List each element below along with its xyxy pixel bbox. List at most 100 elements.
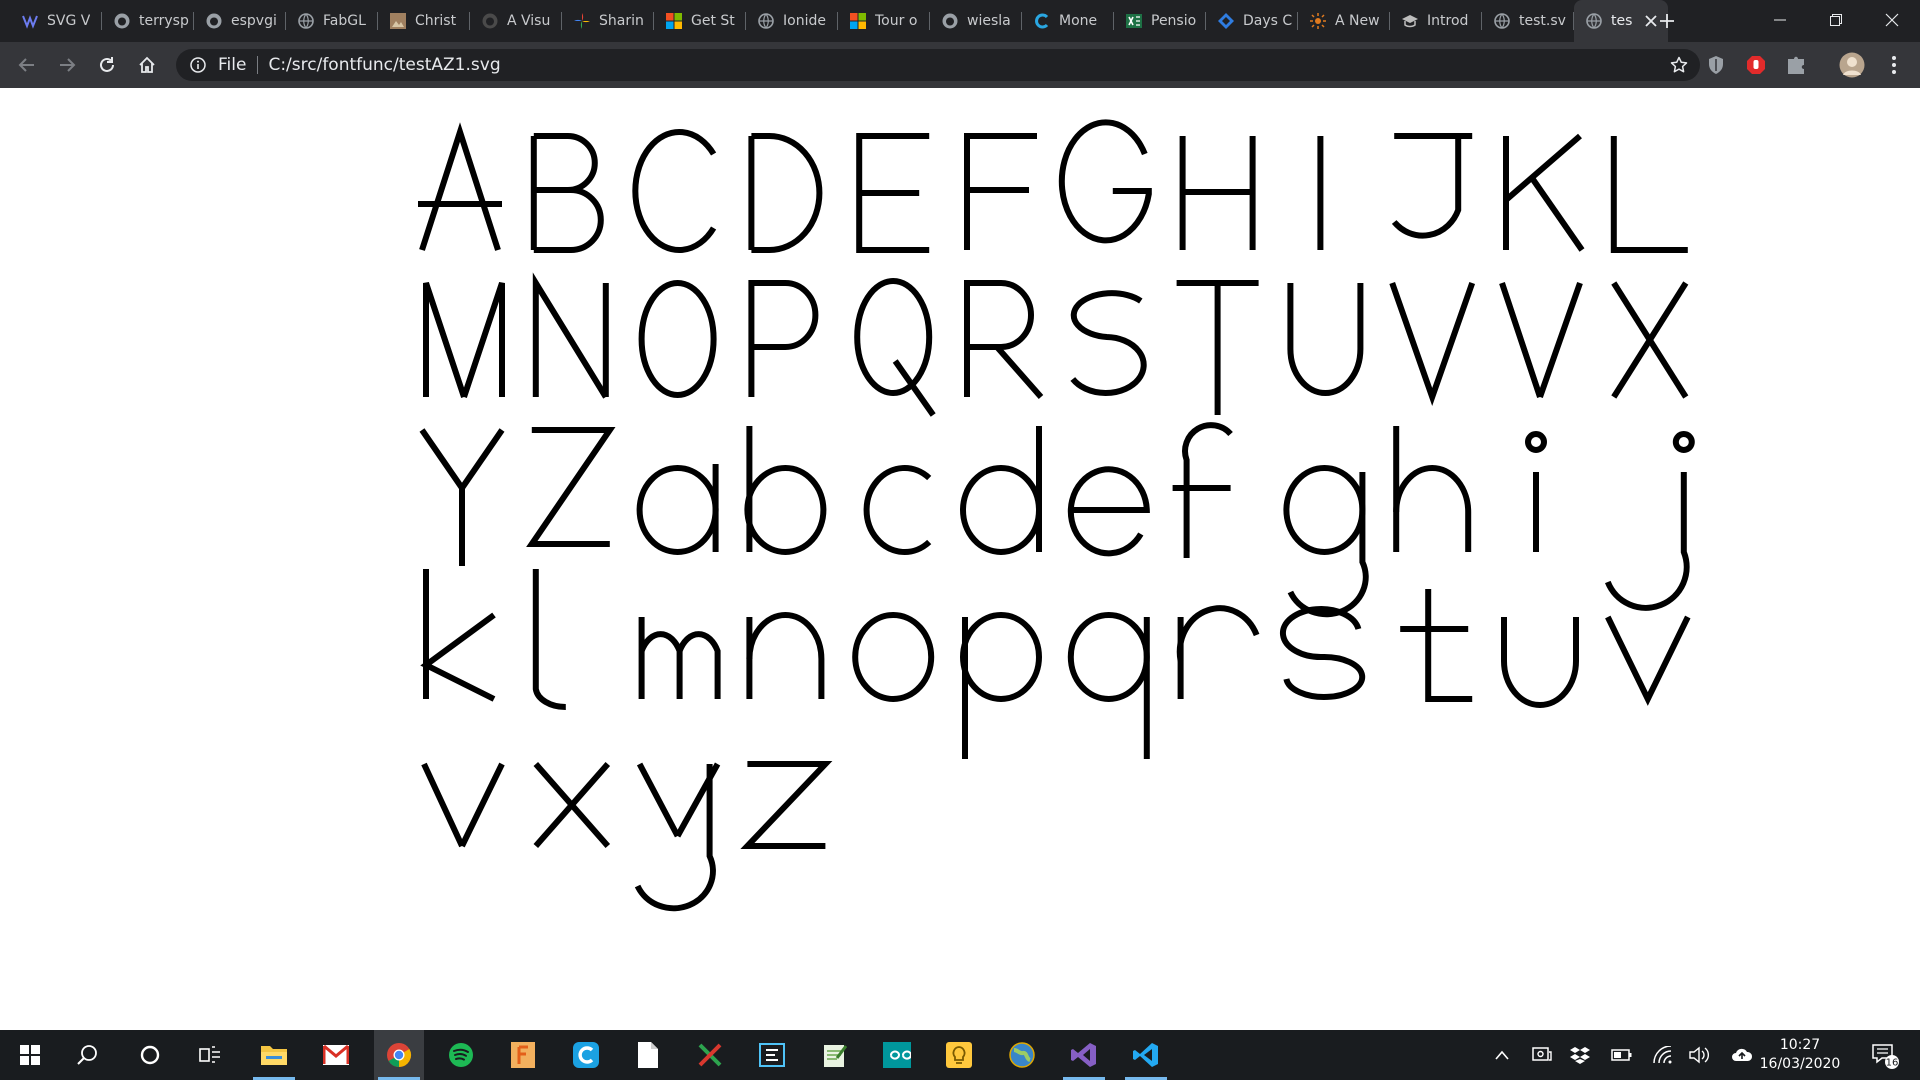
glyph-upper-t: T: [1176, 280, 1259, 415]
reload-button[interactable]: [93, 51, 121, 79]
show-hidden-icons-button[interactable]: [1487, 1030, 1517, 1080]
tray-app-button[interactable]: [1527, 1030, 1557, 1080]
start-button[interactable]: [5, 1030, 55, 1080]
tab[interactable]: SVG V: [10, 0, 102, 42]
back-button[interactable]: [13, 51, 41, 79]
puzzle-icon: [1788, 56, 1804, 74]
glyph-upper-k: K: [1503, 133, 1585, 252]
c-icon: [572, 1042, 599, 1068]
tab[interactable]: Ionide: [746, 0, 838, 42]
glyph-lower-k: k: [420, 569, 496, 702]
browser-tab-strip: SVG V terrysp espvgi FabGL Christ A Visu Shari…: [0, 0, 1920, 42]
restore-button[interactable]: [1808, 0, 1864, 40]
forward-button[interactable]: [53, 51, 81, 79]
tab[interactable]: Get St: [654, 0, 746, 42]
tab[interactable]: espvgi: [194, 0, 286, 42]
minimize-button[interactable]: [1752, 0, 1808, 40]
bookmark-star-icon[interactable]: [1668, 54, 1690, 76]
tab[interactable]: A Visu: [470, 0, 562, 42]
taskbar-app-arduino[interactable]: [872, 1030, 922, 1080]
taskbar-app-gmail[interactable]: [311, 1030, 361, 1080]
glyph-stroke: [676, 631, 721, 699]
github-icon: [942, 13, 958, 29]
glyph-upper-x: X: [1611, 281, 1689, 399]
glyph-stroke: [892, 359, 936, 417]
tab[interactable]: Christ: [378, 0, 470, 42]
glyph-upper-e: E: [856, 133, 930, 253]
tab[interactable]: terrysp: [102, 0, 194, 42]
glyph-upper-w: W: [1499, 282, 1583, 398]
dropbox-button[interactable]: [1565, 1030, 1595, 1080]
network-button[interactable]: [1648, 1030, 1678, 1080]
taskbar-app-vs-code[interactable]: [1121, 1030, 1171, 1080]
new-tab-button[interactable]: [1655, 9, 1679, 33]
tab[interactable]: FabGL: [286, 0, 378, 42]
tab-active[interactable]: tes: [1574, 0, 1668, 42]
glyph-upper-u: U: [1287, 283, 1364, 396]
taskbar-app-file-explorer[interactable]: [249, 1030, 299, 1080]
address-bar[interactable]: File C:/src/fontfunc/testAZ1.svg: [176, 49, 1700, 81]
address-url[interactable]: C:/src/fontfunc/testAZ1.svg: [268, 55, 500, 75]
tab[interactable]: Introd: [1390, 0, 1482, 42]
browser-menu-button[interactable]: [1880, 51, 1908, 79]
search-button[interactable]: [63, 1030, 113, 1080]
glyph-stroke: [1058, 119, 1152, 244]
tab[interactable]: Days C: [1206, 0, 1298, 42]
tab-title: Mone: [1059, 13, 1098, 29]
extension-puzzle-button[interactable]: [1782, 51, 1810, 79]
onedrive-button[interactable]: [1727, 1030, 1757, 1080]
tab[interactable]: test.sv: [1482, 0, 1574, 42]
taskbar-app-spotify[interactable]: [436, 1030, 486, 1080]
tab[interactable]: Sharin: [562, 0, 654, 42]
tab[interactable]: Mone: [1022, 0, 1114, 42]
taskbar-app-tips[interactable]: [934, 1030, 984, 1080]
glyph-stroke: [960, 612, 1042, 702]
info-icon[interactable]: [187, 54, 209, 76]
glyph-stroke: [1537, 282, 1583, 398]
glyph-lower-q: q: [1067, 612, 1150, 759]
tab[interactable]: Pensio: [1114, 0, 1206, 42]
plus-icon: [1660, 14, 1674, 28]
taskbar-app-fusion[interactable]: [498, 1030, 548, 1080]
extension-shield-button[interactable]: [1702, 51, 1730, 79]
profile-avatar[interactable]: [1838, 51, 1866, 79]
glyph-stroke: [748, 280, 819, 397]
volume-button[interactable]: [1685, 1030, 1715, 1080]
taskbar-app-c-app[interactable]: [561, 1030, 611, 1080]
battery-button[interactable]: [1607, 1030, 1637, 1080]
chevron-up-icon: [1495, 1050, 1509, 1060]
cortana-ring-icon: [140, 1045, 160, 1065]
task-view-button[interactable]: [185, 1030, 235, 1080]
glyph-stroke: [1525, 431, 1547, 453]
windows-logo-icon: [20, 1045, 40, 1065]
tab[interactable]: wiesla: [930, 0, 1022, 42]
taskbar-app-visual-studio[interactable]: [1059, 1030, 1109, 1080]
glyph-stroke: [1393, 465, 1472, 552]
tab[interactable]: Tour o: [838, 0, 930, 42]
github-icon: [482, 13, 498, 29]
tab-title: Ionide: [783, 13, 826, 29]
taskbar-app-document[interactable]: [623, 1030, 673, 1080]
glyph-lower-i: i: [1525, 431, 1547, 552]
taskbar-app-notepad[interactable]: [810, 1030, 860, 1080]
close-window-button[interactable]: [1864, 0, 1920, 40]
taskbar-app-x-app[interactable]: [685, 1030, 735, 1080]
extension-stop-button[interactable]: [1742, 51, 1770, 79]
money-icon: [1034, 13, 1050, 29]
taskbar-app-chrome[interactable]: [373, 1030, 424, 1080]
tab[interactable]: A New: [1298, 0, 1390, 42]
system-clock[interactable]: 10:27 16/03/2020: [1755, 1036, 1845, 1074]
globe-icon: [1494, 13, 1510, 29]
microsoft-icon: [850, 13, 866, 29]
taskbar-app-globe-app[interactable]: [997, 1030, 1047, 1080]
cortana-button[interactable]: [125, 1030, 175, 1080]
glyph-stroke: [459, 762, 505, 848]
lightbulb-icon: [946, 1042, 973, 1068]
windows-taskbar: 10:27 16/03/2020 16: [0, 1030, 1920, 1080]
action-center-button[interactable]: 16: [1863, 1030, 1907, 1080]
chrome-icon: [386, 1042, 412, 1068]
home-button[interactable]: [133, 51, 161, 79]
notification-count: 16: [1886, 1058, 1899, 1069]
excel-icon: [1126, 13, 1142, 29]
taskbar-app-editor[interactable]: [747, 1030, 797, 1080]
